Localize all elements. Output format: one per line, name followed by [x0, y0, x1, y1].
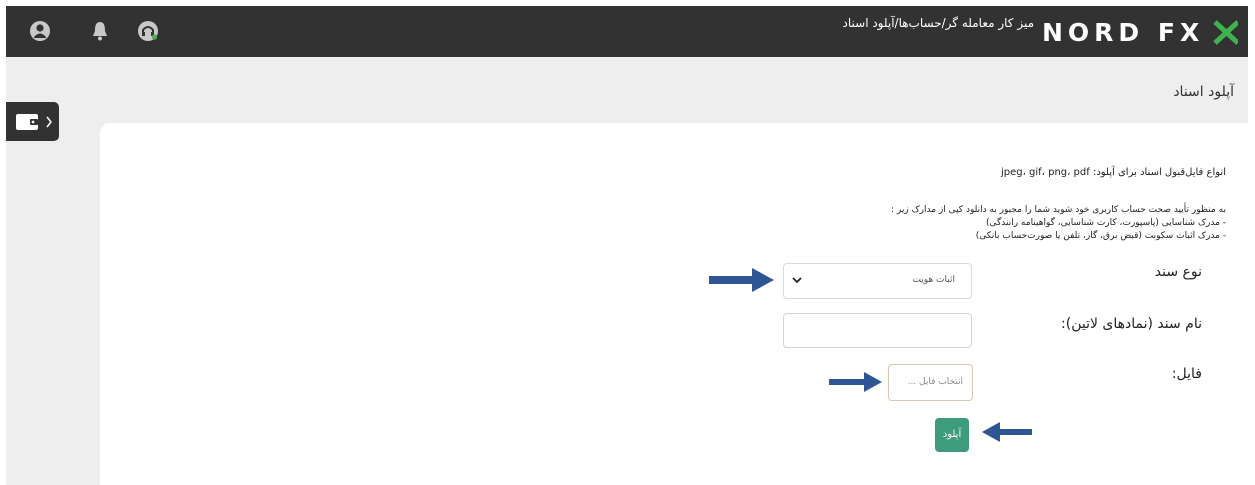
svg-text:NORD FX: NORD FX: [1042, 19, 1204, 45]
wallet-panel-toggle[interactable]: [6, 102, 59, 141]
arrow-right-icon: [829, 372, 882, 392]
breadcrumb[interactable]: میز کار معامله گر/حساب‌ها/آپلود اسناد: [766, 16, 1034, 30]
document-type-select[interactable]: اثبات هویت: [783, 263, 972, 299]
identity-document-list-item: - مدرک شناسایی (پاسپورت، کارت شناسایی، گ…: [985, 218, 1226, 228]
document-type-selected-value: اثبات هویت: [912, 275, 955, 285]
user-circle-icon[interactable]: [28, 18, 52, 44]
verification-intro-text: به منظور تأیید صحت حساب کاربری خود شوید …: [891, 205, 1226, 215]
chevron-down-icon: [792, 277, 802, 284]
bell-icon[interactable]: [88, 18, 112, 44]
nordfx-logo[interactable]: NORD FX: [1042, 19, 1238, 45]
headset-icon[interactable]: [136, 18, 160, 44]
screenshot-frame: میز کار معامله گر/حساب‌ها/آپلود اسناد NO…: [0, 0, 1255, 485]
document-type-label: نوع سند: [1154, 264, 1202, 280]
page-title: آپلود اسناد: [1173, 84, 1234, 100]
file-label: فایل:: [1171, 366, 1202, 382]
app-window: میز کار معامله گر/حساب‌ها/آپلود اسناد NO…: [6, 6, 1248, 485]
choose-file-label: انتخاب فایل ...: [907, 377, 963, 387]
upload-button[interactable]: آپلود: [935, 418, 969, 452]
accepted-formats-text: انواع فایل‌قبول اسناد برای آپلود: jpeg، …: [1001, 167, 1226, 178]
arrow-right-icon: [709, 268, 774, 292]
document-name-label: نام سند (نمادهای لاتین):: [1061, 316, 1202, 332]
document-name-input[interactable]: [783, 313, 972, 348]
top-bar: میز کار معامله گر/حساب‌ها/آپلود اسناد NO…: [6, 6, 1248, 57]
arrow-left-icon: [982, 422, 1032, 442]
choose-file-button[interactable]: انتخاب فایل ...: [888, 364, 973, 401]
chevron-right-icon: [46, 116, 52, 128]
residence-document-list-item: - مدرک اثبات سکونت (قبض برق، گاز، تلفن ی…: [975, 231, 1226, 241]
